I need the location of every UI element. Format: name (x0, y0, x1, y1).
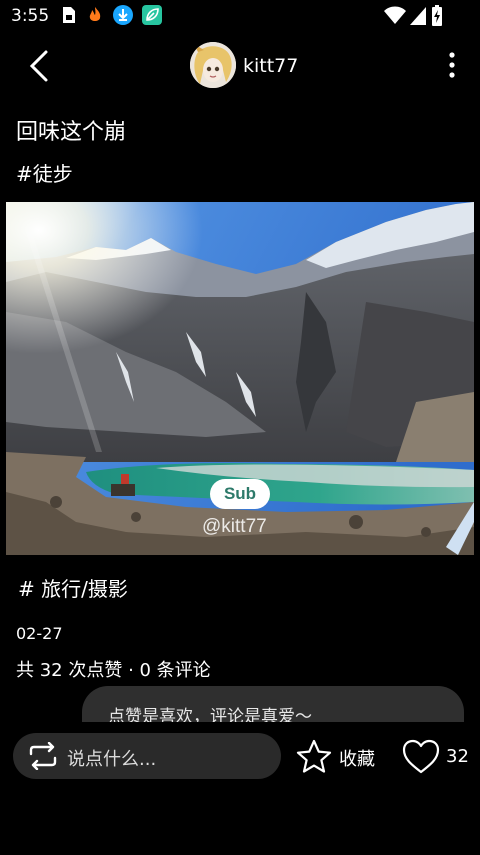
username[interactable]: kitt77 (243, 55, 298, 77)
avatar[interactable] (190, 42, 236, 88)
favorite-button[interactable]: 收藏 (296, 739, 382, 775)
download-app-icon (113, 5, 133, 25)
bottom-action-bar: 说点什么... 收藏 32 (0, 722, 480, 855)
status-time: 3:55 (11, 6, 50, 26)
status-bar: 3:55 (0, 0, 480, 34)
avatar-image (190, 42, 236, 88)
fire-icon (89, 7, 101, 21)
battery-charging-icon (432, 5, 442, 26)
post-stats: 共 32 次点赞 · 0 条评论 (16, 660, 211, 681)
leaf-app-icon (142, 5, 162, 25)
post-title: 回味这个崩 (16, 120, 127, 145)
post-photo[interactable]: Sub @kitt77 (6, 202, 474, 555)
chevron-left-icon[interactable] (22, 48, 58, 84)
comment-input[interactable]: 说点什么... (13, 733, 281, 779)
post-category[interactable]: # 旅行/摄影 (18, 573, 128, 602)
post-tag[interactable]: #徒步 (16, 158, 73, 187)
heart-icon (402, 739, 440, 774)
sim-card-icon (63, 7, 75, 23)
image-watermark: @kitt77 (202, 516, 267, 537)
favorite-label: 收藏 (339, 749, 375, 770)
comment-placeholder: 说点什么... (67, 749, 157, 770)
star-icon (296, 739, 332, 773)
sub-badge: Sub (210, 479, 270, 509)
signal-icon (410, 7, 426, 25)
like-count: 32 (446, 746, 469, 767)
like-button[interactable]: 32 (402, 739, 474, 775)
post-date: 02-27 (16, 624, 63, 643)
repost-icon (29, 742, 57, 770)
wifi-icon (384, 6, 406, 24)
post-header: kitt77 (0, 40, 480, 94)
more-vertical-icon[interactable] (440, 50, 464, 82)
post-detail-screen: 3:55 kitt77 回味这个崩 #徒步 Sub @kitt77 # 旅行/摄… (0, 0, 480, 855)
